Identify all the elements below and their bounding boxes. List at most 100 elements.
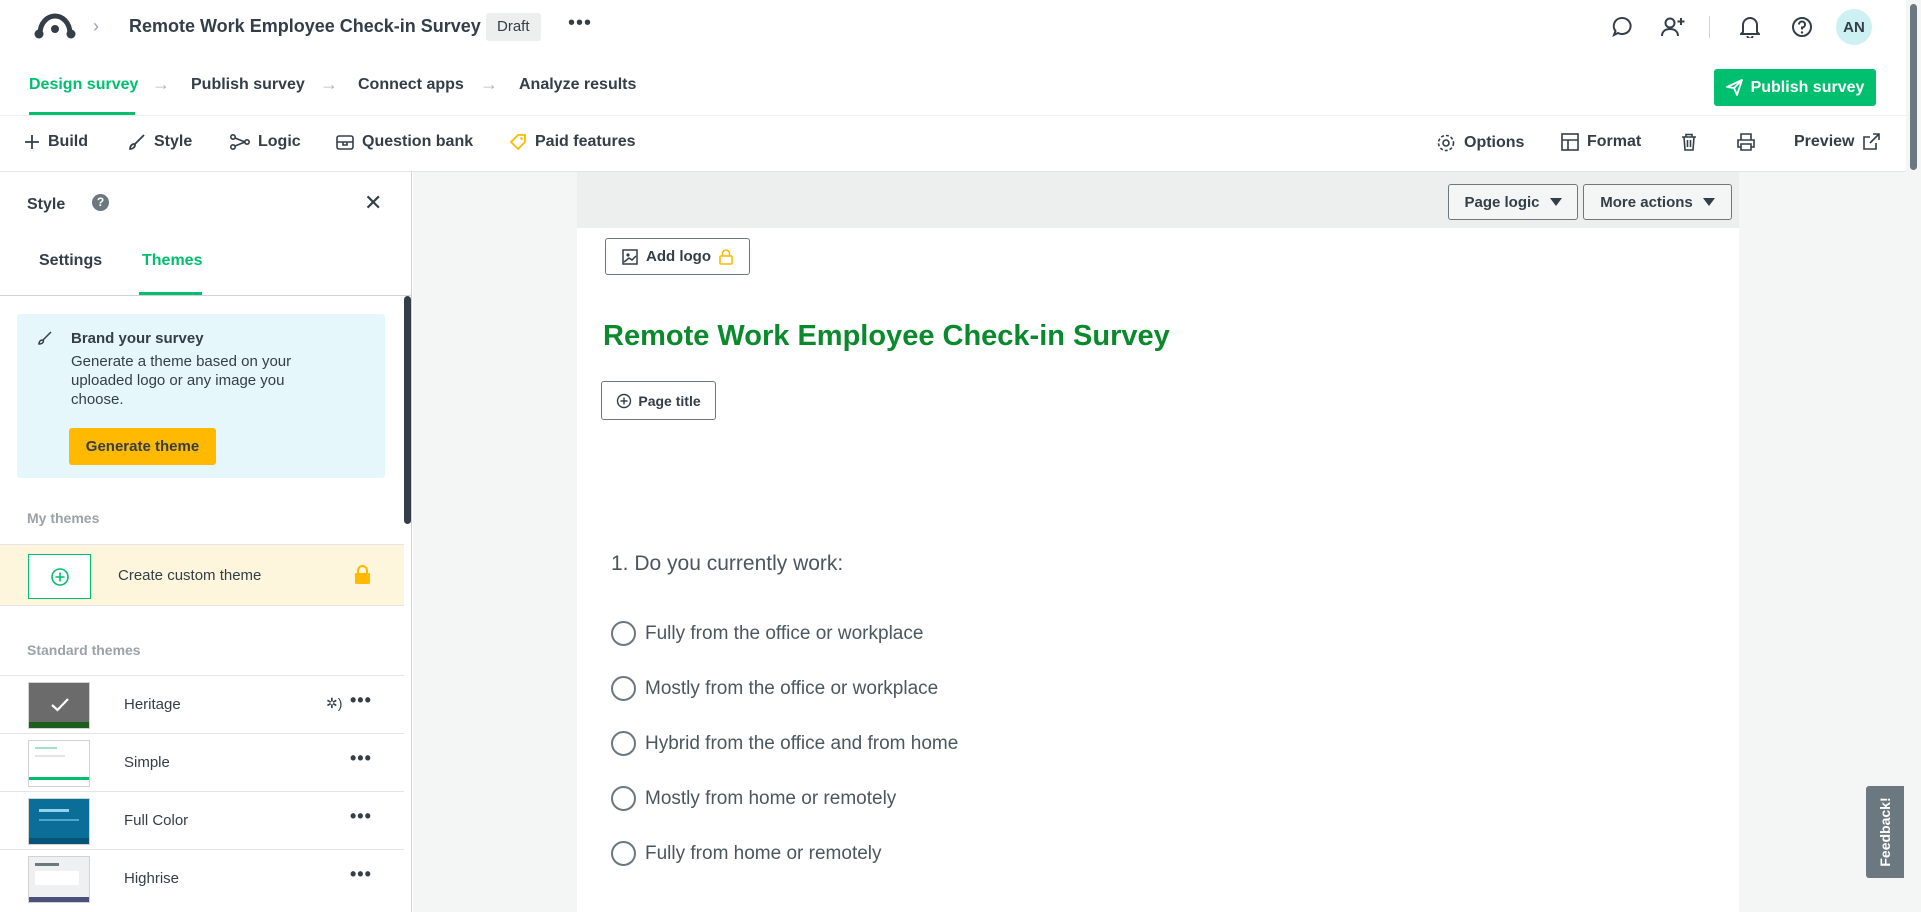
page-scrollbar-thumb[interactable]	[1910, 4, 1917, 170]
surveymonkey-logo-icon[interactable]	[34, 12, 76, 42]
options-button[interactable]: Options	[1436, 133, 1524, 153]
step-connect-apps[interactable]: Connect apps	[358, 76, 464, 94]
more-actions-dropdown[interactable]: More actions	[1583, 184, 1732, 220]
feedback-tab[interactable]: Feedback!	[1866, 786, 1904, 878]
top-bar: › Remote Work Employee Check-in Survey D…	[0, 0, 1906, 56]
style-sidebar: Style ? ✕ Settings Themes Brand your sur…	[0, 172, 412, 912]
feedback-label: Feedback!	[1877, 797, 1893, 867]
trash-icon	[1682, 133, 1696, 151]
accessibility-icon: ✲)	[326, 695, 343, 711]
print-button[interactable]	[1737, 133, 1755, 151]
options-label: Options	[1464, 134, 1525, 151]
my-themes-heading: My themes	[27, 510, 100, 526]
radio-button[interactable]	[611, 621, 636, 646]
question-bank-icon	[336, 135, 354, 150]
create-custom-theme-label: Create custom theme	[118, 567, 262, 584]
gear-icon	[1437, 134, 1455, 152]
theme-menu-icon[interactable]: •••	[350, 806, 372, 827]
tab-themes[interactable]: Themes	[142, 252, 202, 270]
sidebar-title: Style	[27, 196, 66, 213]
style-button[interactable]: Style	[128, 133, 192, 151]
answer-option-label: Mostly from the office or workplace	[645, 677, 939, 699]
answer-option-label: Fully from the office or workplace	[645, 622, 924, 644]
answer-option[interactable]: Hybrid from the office and from home	[611, 731, 958, 756]
create-custom-theme-row[interactable]: Create custom theme	[0, 544, 404, 606]
help-icon[interactable]: ?	[92, 194, 109, 211]
answer-option-label: Fully from home or remotely	[645, 842, 882, 864]
logic-button[interactable]: Logic	[230, 133, 301, 151]
theme-thumbnail	[28, 856, 90, 903]
preview-button[interactable]: Preview	[1794, 133, 1881, 151]
publish-survey-button[interactable]: Publish survey	[1714, 69, 1876, 106]
theme-row-full-color[interactable]: Full Color •••	[0, 791, 404, 849]
survey-title[interactable]: Remote Work Employee Check-in Survey	[129, 16, 481, 37]
step-design-survey[interactable]: Design survey	[29, 76, 138, 94]
survey-steps-nav: Design survey → Publish survey → Connect…	[0, 56, 1906, 116]
external-link-icon	[1863, 133, 1881, 150]
add-user-icon[interactable]	[1654, 8, 1692, 46]
theme-menu-icon[interactable]: •••	[350, 748, 372, 769]
breadcrumb-chevron-icon: ›	[93, 16, 99, 36]
paintbrush-icon	[129, 134, 145, 150]
answer-option[interactable]: Fully from home or remotely	[611, 841, 882, 866]
page-logic-dropdown[interactable]: Page logic	[1448, 184, 1578, 220]
price-tag-icon	[509, 134, 526, 151]
help-icon[interactable]	[1783, 8, 1821, 46]
build-button[interactable]: Build	[24, 133, 88, 151]
add-logo-button[interactable]: Add logo	[605, 238, 750, 275]
user-avatar[interactable]: AN	[1836, 9, 1872, 45]
theme-menu-icon[interactable]: •••	[350, 690, 372, 711]
notifications-bell-icon[interactable]	[1731, 8, 1769, 46]
style-label: Style	[154, 133, 193, 150]
question-title[interactable]: 1. Do you currently work:	[611, 552, 843, 576]
page-scrollbar[interactable]	[1906, 0, 1921, 912]
design-toolbar: Build Style Logic Question bank Paid fea…	[0, 116, 1906, 172]
page-title-label: Page title	[638, 392, 701, 409]
theme-name: Simple	[124, 754, 170, 771]
radio-button[interactable]	[611, 786, 636, 811]
question-bank-button[interactable]: Question bank	[336, 133, 473, 151]
generate-theme-button[interactable]: Generate theme	[69, 428, 216, 465]
add-page-title-button[interactable]: Page title	[601, 381, 716, 420]
lock-icon	[354, 565, 371, 590]
add-circle-icon	[617, 393, 632, 408]
step-analyze-results[interactable]: Analyze results	[519, 76, 636, 94]
printer-icon	[1737, 133, 1755, 151]
layout-grid-icon	[1561, 133, 1579, 151]
add-logo-label: Add logo	[646, 248, 711, 265]
logic-branch-icon	[230, 134, 250, 150]
theme-row-heritage[interactable]: Heritage ✲) •••	[0, 675, 404, 733]
lock-icon	[719, 248, 733, 265]
caret-down-icon	[1702, 198, 1715, 206]
theme-row-highrise[interactable]: Highrise •••	[0, 849, 404, 907]
paid-features-button[interactable]: Paid features	[509, 133, 635, 151]
theme-thumbnail	[28, 798, 90, 845]
paintbrush-icon	[37, 330, 53, 351]
close-icon[interactable]: ✕	[364, 190, 382, 216]
arrow-right-icon: →	[320, 74, 338, 94]
brand-card-description: Generate a theme based on your uploaded …	[71, 353, 292, 408]
more-options-icon[interactable]: •••	[568, 12, 592, 35]
more-actions-label: More actions	[1600, 193, 1693, 211]
theme-thumbnail	[28, 740, 90, 787]
radio-button[interactable]	[611, 841, 636, 866]
add-circle-icon	[28, 554, 91, 599]
theme-menu-icon[interactable]: •••	[350, 864, 372, 885]
radio-button[interactable]	[611, 731, 636, 756]
theme-row-simple[interactable]: Simple •••	[0, 733, 404, 791]
radio-button[interactable]	[611, 676, 636, 701]
answer-option[interactable]: Fully from the office or workplace	[611, 621, 923, 646]
step-publish-survey[interactable]: Publish survey	[191, 76, 305, 94]
brand-card-title: Brand your survey	[71, 330, 204, 347]
sidebar-scrollbar[interactable]	[404, 296, 411, 524]
delete-survey-button[interactable]	[1681, 133, 1697, 151]
tab-settings[interactable]: Settings	[39, 252, 102, 270]
survey-heading[interactable]: Remote Work Employee Check-in Survey	[603, 320, 1170, 353]
survey-page: Page logic More actions Add logo Remote …	[577, 172, 1739, 912]
chat-bubble-icon[interactable]	[1603, 8, 1641, 46]
format-button[interactable]: Format	[1561, 133, 1641, 151]
theme-thumbnail	[28, 682, 90, 729]
answer-option[interactable]: Mostly from the office or workplace	[611, 676, 938, 701]
answer-option[interactable]: Mostly from home or remotely	[611, 786, 896, 811]
plus-icon	[25, 135, 39, 149]
